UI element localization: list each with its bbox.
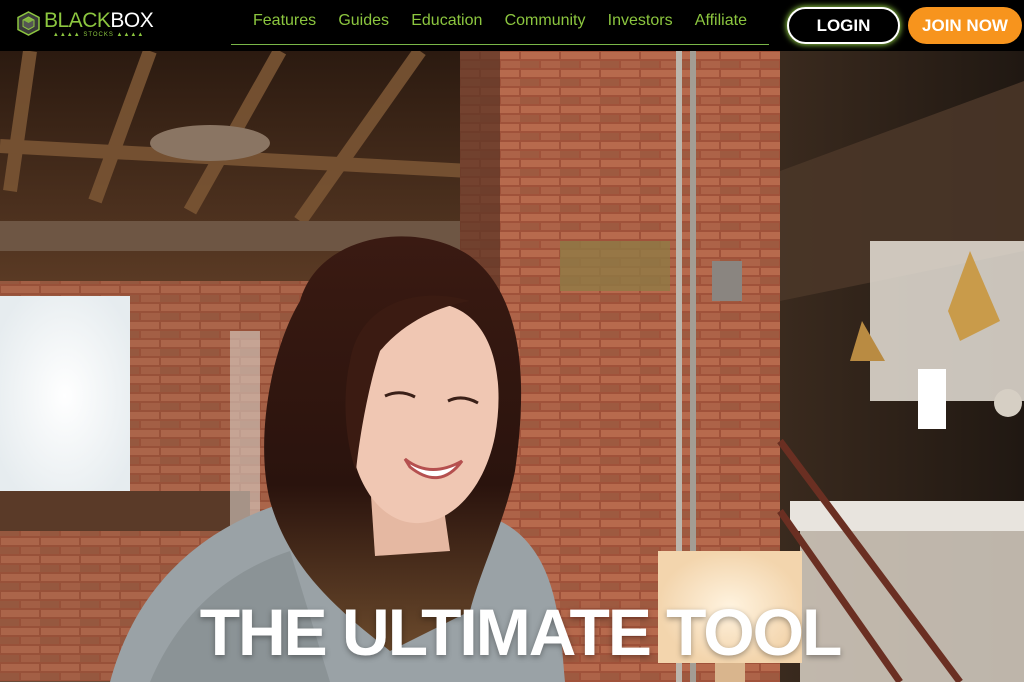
brand-tagline: ▲▲▲▲ STOCKS ▲▲▲▲ xyxy=(52,32,145,38)
nav-item-community[interactable]: Community xyxy=(505,12,586,30)
site-header: BLACKBOX ▲▲▲▲ STOCKS ▲▲▲▲ Features Guide… xyxy=(0,0,1024,51)
join-now-button[interactable]: JOIN NOW xyxy=(908,7,1022,44)
nav-item-features[interactable]: Features xyxy=(253,12,316,30)
login-button[interactable]: LOGIN xyxy=(787,7,900,44)
nav-item-investors[interactable]: Investors xyxy=(608,12,673,30)
hero-title: THE ULTIMATE TOOL xyxy=(199,595,843,669)
brand-logo[interactable]: BLACKBOX ▲▲▲▲ STOCKS ▲▲▲▲ xyxy=(16,9,154,42)
hero-section: THE ULTIMATE TOOL xyxy=(0,51,1024,682)
nav-item-guides[interactable]: Guides xyxy=(338,12,389,30)
nav-item-affiliate[interactable]: Affiliate xyxy=(695,12,747,30)
main-nav: Features Guides Education Community Inve… xyxy=(231,0,769,45)
nav-item-education[interactable]: Education xyxy=(411,12,482,30)
hexagon-cube-icon xyxy=(17,11,40,36)
hero-photo xyxy=(0,51,1024,682)
brand-name: BLACKBOX xyxy=(44,9,154,32)
